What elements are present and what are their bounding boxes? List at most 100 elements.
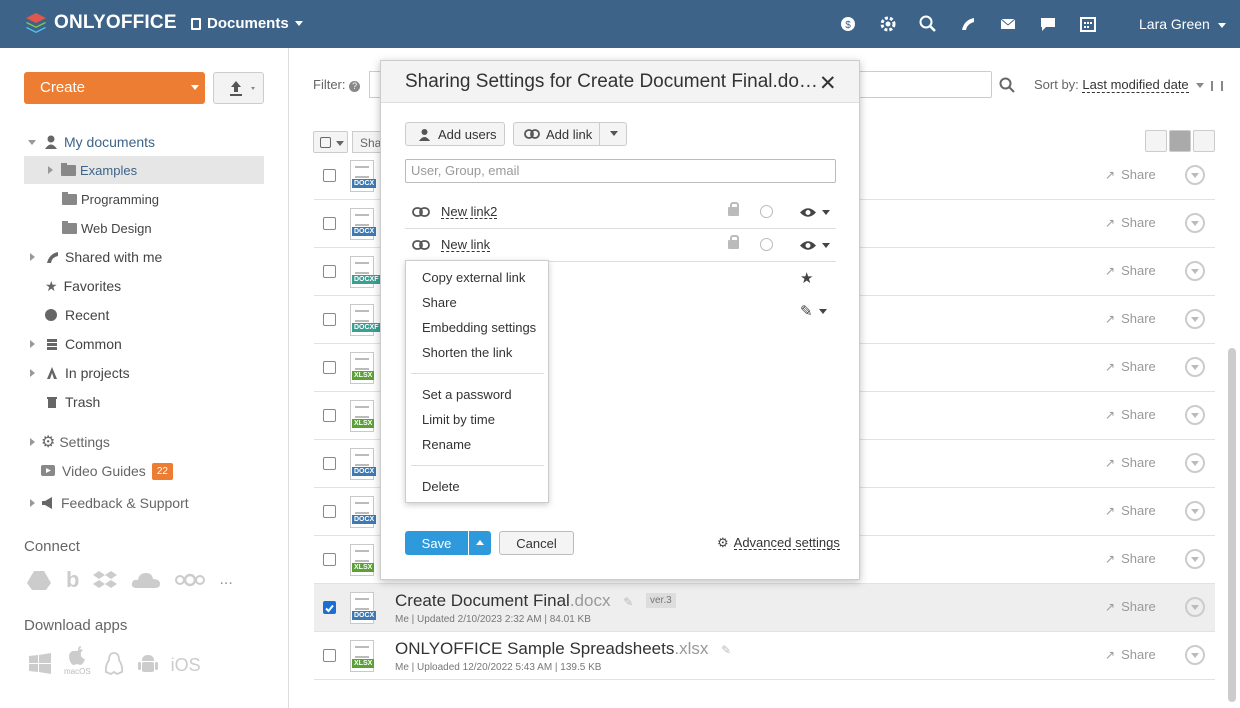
menu-rename[interactable]: Rename [422, 437, 471, 452]
row-checkbox[interactable] [323, 505, 336, 518]
more-services[interactable]: ... [219, 571, 232, 589]
share-button[interactable]: ↗ Share [1105, 263, 1156, 278]
scrollbar[interactable] [1228, 348, 1236, 702]
row-checkbox[interactable] [323, 457, 336, 470]
menu-limit-by-time[interactable]: Limit by time [422, 412, 495, 427]
row-checkbox[interactable] [323, 553, 336, 566]
search-input[interactable] [850, 71, 992, 98]
row-checkbox[interactable] [323, 601, 336, 614]
add-link-dropdown[interactable] [599, 122, 627, 146]
version-badge[interactable]: ver.3 [645, 593, 676, 608]
share-button[interactable]: ↗ Share [1105, 503, 1156, 518]
link-name[interactable]: New link2 [441, 205, 498, 219]
tree-favorites[interactable]: ★ Favorites [45, 276, 121, 296]
row-actions-button[interactable] [1185, 213, 1205, 233]
search-icon[interactable] [918, 14, 940, 34]
nextcloud-icon[interactable] [175, 573, 206, 587]
row-actions-button[interactable] [1185, 549, 1205, 569]
menu-shorten-link[interactable]: Shorten the link [422, 345, 512, 360]
link-name[interactable]: New link [441, 238, 491, 252]
row-checkbox[interactable] [323, 313, 336, 326]
share-button[interactable]: ↗ Share [1105, 311, 1156, 326]
save-options-button[interactable] [468, 531, 491, 555]
tree-projects[interactable]: In projects [30, 363, 130, 383]
row-actions-button[interactable] [1185, 261, 1205, 281]
feed-icon[interactable] [958, 14, 980, 34]
add-link-button[interactable]: Add link [513, 122, 627, 146]
upload-button[interactable] [213, 72, 264, 104]
close-icon[interactable]: ✕ [819, 71, 837, 96]
edit-icon[interactable]: ✎ [623, 595, 633, 609]
dropbox-icon[interactable] [93, 569, 118, 591]
row-actions-button[interactable] [1185, 165, 1205, 185]
user-menu[interactable]: Lara Green [1139, 16, 1226, 32]
tree-examples[interactable]: Examples [24, 156, 264, 184]
row-checkbox[interactable] [323, 169, 336, 182]
compact-view-icon[interactable] [1169, 130, 1191, 152]
user-search-input[interactable]: User, Group, email [405, 159, 836, 183]
share-button[interactable]: ↗ Share [1105, 167, 1156, 182]
list-view-icon[interactable] [1193, 130, 1215, 152]
sort-control[interactable]: Sort by: Last modified date [1034, 77, 1223, 93]
row-actions-button[interactable] [1185, 645, 1205, 665]
clock-icon[interactable] [760, 205, 773, 218]
share-button[interactable]: ↗ Share [1105, 455, 1156, 470]
select-all-checkbox[interactable] [313, 131, 348, 153]
menu-delete[interactable]: Delete [422, 479, 460, 494]
edit-rights-dropdown[interactable]: ✎ [800, 302, 827, 320]
access-rights-dropdown[interactable] [799, 240, 830, 251]
sidebar-feedback[interactable]: Feedback & Support [30, 493, 189, 513]
settings-icon[interactable] [878, 14, 900, 34]
sidebar-video-guides[interactable]: Video Guides 22 [41, 461, 173, 481]
file-name[interactable]: Create Document Final.docx ✎ ver.3 [395, 591, 676, 611]
android-icon[interactable] [137, 652, 159, 676]
tree-recent[interactable]: Recent [45, 305, 109, 325]
row-checkbox[interactable] [323, 649, 336, 662]
sidebar-settings[interactable]: ⚙ Settings [30, 432, 110, 452]
search-icon[interactable] [999, 77, 1015, 93]
menu-copy-external-link[interactable]: Copy external link [422, 270, 525, 285]
clock-icon[interactable] [760, 238, 773, 251]
linux-icon[interactable] [103, 652, 125, 676]
onedrive-icon[interactable] [131, 570, 161, 590]
table-row[interactable]: XLSX ONLYOFFICE Sample Spreadsheets.xlsx… [314, 632, 1215, 680]
logo[interactable]: ONLYOFFICE [24, 11, 177, 35]
row-actions-button[interactable] [1185, 501, 1205, 521]
share-button[interactable]: ↗ Share [1105, 551, 1156, 566]
row-checkbox[interactable] [323, 265, 336, 278]
sort-direction-icon[interactable] [1210, 80, 1223, 91]
row-checkbox[interactable] [323, 409, 336, 422]
add-users-button[interactable]: Add users [405, 122, 505, 146]
share-button[interactable]: ↗ Share [1105, 599, 1156, 614]
cancel-button[interactable]: Cancel [499, 531, 574, 555]
tree-trash[interactable]: Trash [45, 392, 100, 412]
save-button[interactable]: Save [405, 531, 468, 555]
row-checkbox[interactable] [323, 217, 336, 230]
google-drive-icon[interactable] [26, 569, 52, 591]
row-actions-button[interactable] [1185, 357, 1205, 377]
help-icon[interactable]: ? [349, 81, 361, 92]
tree-web-design[interactable]: Web Design [62, 218, 152, 238]
box-icon[interactable]: b [66, 567, 79, 593]
tree-programming[interactable]: Programming [62, 189, 159, 209]
tree-common[interactable]: Common [30, 334, 122, 354]
module-switcher[interactable]: Documents [191, 15, 303, 32]
tree-my-documents[interactable]: My documents [28, 132, 155, 152]
share-button[interactable]: ↗ Share [1105, 647, 1156, 662]
row-actions-button[interactable] [1185, 309, 1205, 329]
mail-icon[interactable] [998, 14, 1020, 34]
macos-app[interactable]: macOS [64, 645, 91, 676]
row-checkbox[interactable] [323, 361, 336, 374]
share-button[interactable]: ↗ Share [1105, 359, 1156, 374]
lock-icon[interactable] [728, 235, 739, 249]
row-actions-button[interactable] [1185, 597, 1205, 617]
lock-icon[interactable] [728, 202, 739, 216]
menu-embedding-settings[interactable]: Embedding settings [422, 320, 536, 335]
row-actions-button[interactable] [1185, 453, 1205, 473]
chat-icon[interactable] [1038, 14, 1060, 34]
share-button[interactable]: ↗ Share [1105, 407, 1156, 422]
share-button[interactable]: ↗ Share [1105, 215, 1156, 230]
ios-label[interactable]: iOS [171, 655, 201, 676]
tree-shared[interactable]: Shared with me [30, 247, 162, 267]
calendar-icon[interactable] [1078, 14, 1100, 34]
